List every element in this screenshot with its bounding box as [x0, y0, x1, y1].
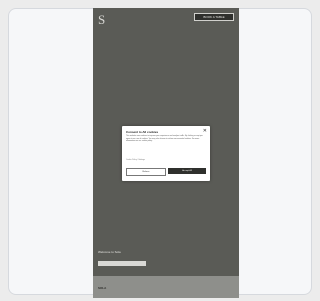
- book-table-button[interactable]: BOOK A TABLE: [194, 13, 234, 21]
- cookie-dialog-body: This website uses cookies to improve you…: [126, 135, 203, 143]
- site-footer: SOLA: [93, 276, 239, 298]
- promo-button[interactable]: [98, 261, 146, 266]
- mobile-page: S BOOK A TABLE Consent to All cookies ✕ …: [93, 8, 239, 298]
- cookie-policy-link[interactable]: Cookie Policy / Settings: [126, 159, 145, 161]
- promo-title: Welcome to Sola: [98, 250, 121, 254]
- footer-logo: SOLA: [98, 286, 107, 290]
- cookie-dialog-title: Consent to All cookies: [126, 130, 159, 134]
- accept-cookies-button[interactable]: Accept All: [168, 168, 206, 174]
- refuse-cookies-button[interactable]: Refuse: [126, 168, 166, 176]
- close-icon[interactable]: ✕: [203, 128, 207, 134]
- cookie-consent-dialog: Consent to All cookies ✕ This website us…: [122, 126, 210, 181]
- site-logo[interactable]: S: [98, 12, 105, 28]
